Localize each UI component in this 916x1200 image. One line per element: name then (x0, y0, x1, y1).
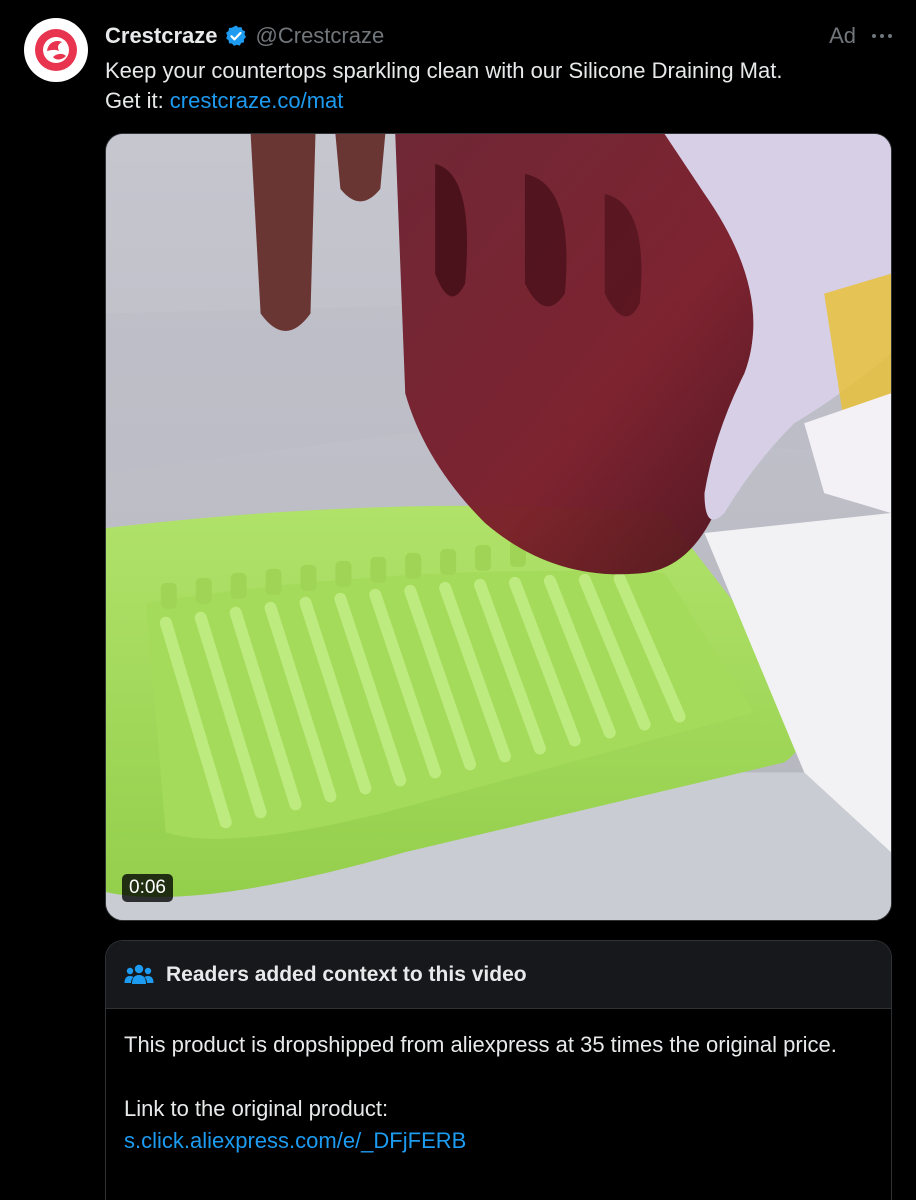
video-duration: 0:06 (122, 874, 173, 902)
post-text-line2: Get it: crestcraze.co/mat (105, 86, 892, 116)
avatar[interactable] (24, 18, 88, 82)
community-note-header[interactable]: Readers added context to this video (106, 941, 891, 1009)
crestcraze-logo (35, 29, 77, 71)
video-player[interactable]: 0:06 (105, 133, 892, 921)
community-note: Readers added context to this video This… (105, 940, 892, 1200)
post-text-line1: Keep your countertops sparkling clean wi… (105, 58, 783, 83)
product-link[interactable]: crestcraze.co/mat (170, 88, 344, 113)
original-product-link[interactable]: s.click.aliexpress.com/e/_DFjFERB (124, 1128, 466, 1153)
post-text-prefix: Get it: (105, 88, 170, 113)
verified-badge-icon (224, 24, 248, 48)
community-note-title: Readers added context to this video (166, 962, 527, 986)
ad-label: Ad (829, 23, 856, 48)
community-note-text: This product is dropshipped from aliexpr… (124, 1032, 837, 1057)
post-text: Keep your countertops sparkling clean wi… (105, 56, 892, 116)
people-icon (124, 964, 154, 984)
handle[interactable]: @Crestcraze (256, 23, 385, 49)
video-frame (106, 134, 891, 920)
display-name[interactable]: Crestcraze (105, 23, 218, 49)
community-note-body: This product is dropshipped from aliexpr… (106, 1009, 891, 1200)
post-header: Crestcraze @Crestcraze Ad (105, 22, 892, 50)
community-note-link-intro: Link to the original product: (124, 1096, 389, 1121)
more-icon[interactable] (872, 34, 892, 38)
ad-post[interactable]: Crestcraze @Crestcraze Ad Keep your coun… (0, 0, 916, 1200)
